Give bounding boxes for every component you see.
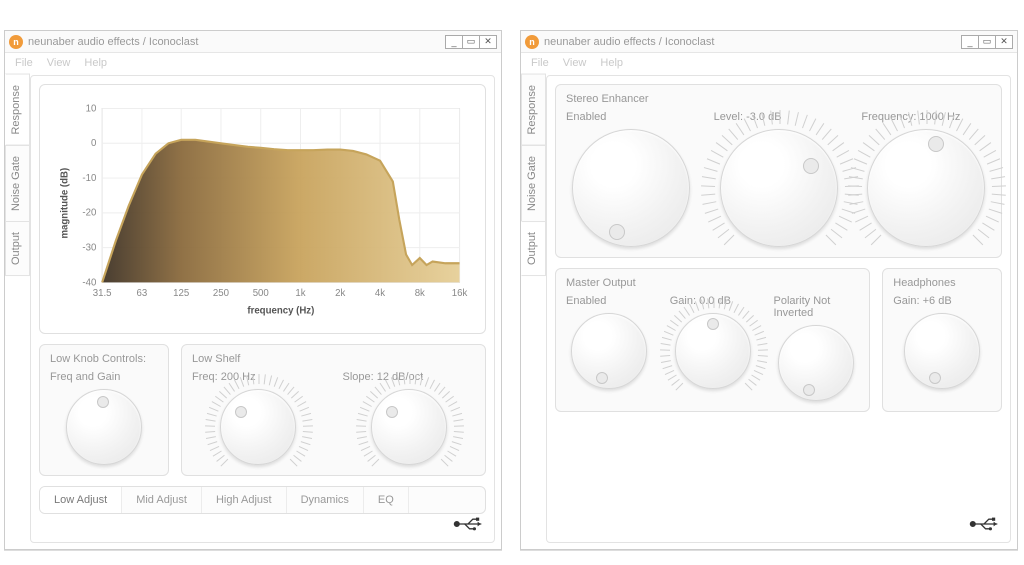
panel-title: Low Shelf: [192, 353, 475, 365]
knob-hp-gain[interactable]: [904, 313, 980, 389]
svg-text:-30: -30: [82, 243, 96, 254]
vertical-tabs: Response Noise Gate Output: [521, 75, 546, 543]
knob-stereo-enable[interactable]: [572, 129, 690, 247]
panel-title: Headphones: [893, 277, 991, 289]
hp-gain-label: Gain: +6 dB: [893, 295, 951, 307]
x-axis-label: frequency (Hz): [247, 305, 314, 316]
vtab-output[interactable]: Output: [521, 221, 546, 276]
titlebar[interactable]: n neunaber audio effects / Iconoclast _ …: [521, 31, 1017, 53]
panel-title: Stereo Enhancer: [566, 93, 991, 105]
panel-title: Master Output: [566, 277, 859, 289]
svg-text:500: 500: [253, 288, 269, 299]
master-gain-label: Gain: 0.0 dB: [670, 295, 731, 307]
svg-text:-20: -20: [82, 208, 96, 219]
svg-text:125: 125: [173, 288, 189, 299]
polarity-label: Polarity Not Inverted: [774, 295, 860, 319]
svg-text:4k: 4k: [375, 288, 385, 299]
menu-view[interactable]: View: [47, 57, 71, 69]
low-shelf-panel: Low Shelf Freq: 200 Hz Slope: 12 dB/oct: [181, 344, 486, 476]
vtab-output[interactable]: Output: [5, 221, 30, 276]
low-freq-label: Freq: 200 Hz: [192, 371, 256, 383]
knob-low-mode[interactable]: [66, 389, 142, 465]
low-slope-label: Slope: 12 dB/oct: [343, 371, 424, 383]
knob-master-gain[interactable]: [675, 313, 751, 389]
menubar: File View Help: [5, 53, 501, 75]
menu-help[interactable]: Help: [600, 57, 623, 69]
svg-text:31.5: 31.5: [93, 288, 112, 299]
svg-text:10: 10: [86, 103, 97, 114]
window-title: neunaber audio effects / Iconoclast: [28, 36, 446, 48]
vertical-tabs: Response Noise Gate Output: [5, 75, 30, 543]
low-knob-controls-panel: Low Knob Controls: Freq and Gain: [39, 344, 169, 476]
svg-text:-10: -10: [82, 173, 96, 184]
minimize-button[interactable]: _: [961, 35, 979, 49]
svg-text:2k: 2k: [335, 288, 345, 299]
master-enabled-label: Enabled: [566, 295, 606, 307]
app-logo-icon: n: [9, 35, 23, 49]
svg-text:8k: 8k: [415, 288, 425, 299]
maximize-button[interactable]: ▭: [978, 35, 996, 49]
bottom-tabs: Low Adjust Mid Adjust High Adjust Dynami…: [39, 486, 486, 514]
knob-low-slope[interactable]: [371, 389, 447, 465]
vtab-response[interactable]: Response: [5, 74, 30, 146]
vtab-noise-gate[interactable]: Noise Gate: [521, 145, 546, 222]
window-iconoclast-response: n neunaber audio effects / Iconoclast _ …: [4, 30, 502, 550]
y-axis-label: magnitude (dB): [59, 168, 70, 239]
tab-high-adjust[interactable]: High Adjust: [202, 487, 287, 513]
master-output-panel: Master Output Enabled Gain: 0.0 dB: [555, 268, 870, 412]
menu-help[interactable]: Help: [84, 57, 107, 69]
window-iconoclast-output: n neunaber audio effects / Iconoclast _ …: [520, 30, 1018, 550]
app-logo-icon: n: [525, 35, 539, 49]
knob-master-enable[interactable]: [571, 313, 647, 389]
stereo-freq-label: Frequency: 1000 Hz: [861, 111, 960, 123]
svg-text:-40: -40: [82, 277, 96, 288]
window-title: neunaber audio effects / Iconoclast: [544, 36, 962, 48]
knob-polarity[interactable]: [778, 325, 854, 401]
menu-file[interactable]: File: [15, 57, 33, 69]
response-chart-panel: -40 -30 -20 -10 0 10 31.5 63 125 250 500 1k 2k 4k 8k 1…: [39, 84, 486, 334]
knob-low-freq[interactable]: [220, 389, 296, 465]
response-chart[interactable]: -40 -30 -20 -10 0 10 31.5 63 125 250 500 1k 2k 4k 8k 1…: [50, 93, 475, 323]
stereo-enhancer-panel: Stereo Enhancer Enabled Level: -3.0 dB: [555, 84, 1002, 258]
panel-title: Low Knob Controls:: [50, 353, 158, 365]
vtab-response[interactable]: Response: [521, 74, 546, 146]
close-button[interactable]: ✕: [479, 35, 497, 49]
knob-stereo-level[interactable]: [720, 129, 838, 247]
usb-icon: [968, 515, 1000, 536]
usb-icon: [452, 515, 484, 536]
menubar: File View Help: [521, 53, 1017, 75]
svg-text:63: 63: [137, 288, 148, 299]
headphones-panel: Headphones Gain: +6 dB: [882, 268, 1002, 412]
minimize-button[interactable]: _: [445, 35, 463, 49]
vtab-noise-gate[interactable]: Noise Gate: [5, 145, 30, 222]
menu-view[interactable]: View: [563, 57, 587, 69]
svg-text:1k: 1k: [295, 288, 305, 299]
tab-mid-adjust[interactable]: Mid Adjust: [122, 487, 202, 513]
knob-stereo-freq[interactable]: [867, 129, 985, 247]
svg-text:250: 250: [213, 288, 229, 299]
maximize-button[interactable]: ▭: [462, 35, 480, 49]
freq-and-gain-label: Freq and Gain: [50, 371, 120, 383]
titlebar[interactable]: n neunaber audio effects / Iconoclast _ …: [5, 31, 501, 53]
close-button[interactable]: ✕: [995, 35, 1013, 49]
tab-eq[interactable]: EQ: [364, 487, 409, 513]
tab-low-adjust[interactable]: Low Adjust: [40, 487, 122, 513]
stereo-enabled-label: Enabled: [566, 111, 606, 123]
svg-text:16k: 16k: [452, 288, 468, 299]
svg-text:0: 0: [91, 138, 96, 149]
tab-dynamics[interactable]: Dynamics: [287, 487, 364, 513]
stereo-level-label: Level: -3.0 dB: [714, 111, 782, 123]
menu-file[interactable]: File: [531, 57, 549, 69]
